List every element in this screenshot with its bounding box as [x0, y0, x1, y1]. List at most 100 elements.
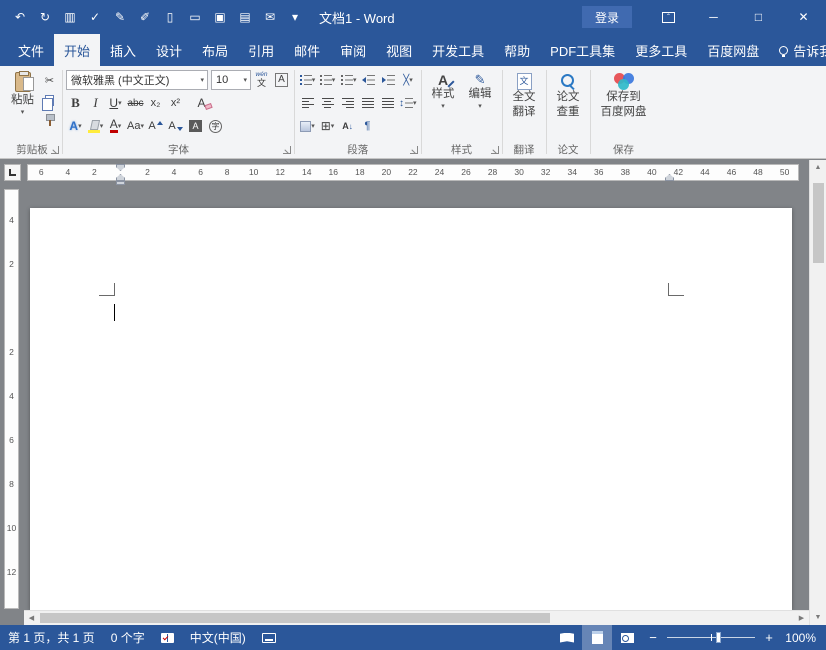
- vertical-scrollbar[interactable]: ▲ ▼: [809, 160, 826, 625]
- full-text-translate-button[interactable]: 文 全文 翻译: [506, 69, 543, 141]
- tab-mailings[interactable]: 邮件: [284, 34, 330, 66]
- maximize-button[interactable]: □: [736, 0, 781, 34]
- align-center-button[interactable]: [318, 94, 337, 113]
- font-color-button[interactable]: A▾: [106, 117, 125, 136]
- sort-button[interactable]: A↓: [338, 117, 357, 136]
- print-layout-button[interactable]: [582, 625, 612, 650]
- line-spacing-button[interactable]: ↕▾: [398, 94, 418, 113]
- language-indicator[interactable]: 中文(中国): [190, 629, 246, 646]
- open-icon[interactable]: ▭: [183, 4, 207, 30]
- cut-button[interactable]: ✂: [40, 71, 59, 90]
- highlight-color-button[interactable]: ▾: [86, 117, 105, 136]
- web-layout-button[interactable]: [612, 625, 642, 650]
- character-border-button[interactable]: A: [272, 71, 291, 90]
- word-count[interactable]: 0 个字: [111, 629, 145, 646]
- tab-help[interactable]: 帮助: [494, 34, 540, 66]
- align-right-button[interactable]: [338, 94, 357, 113]
- clipboard-dialog-launcher-icon[interactable]: [51, 146, 59, 154]
- email-icon[interactable]: ✉: [258, 4, 282, 30]
- styles-button[interactable]: A 样式 ▾: [425, 69, 462, 141]
- tab-home[interactable]: 开始: [54, 34, 100, 66]
- show-hide-marks-button[interactable]: ¶: [358, 117, 377, 136]
- ribbon-display-options-button[interactable]: ˆ: [646, 0, 691, 34]
- spelling-grammar-icon[interactable]: ✓: [83, 4, 107, 30]
- login-button[interactable]: 登录: [582, 6, 632, 28]
- scroll-up-icon[interactable]: ▲: [810, 160, 826, 175]
- bold-button[interactable]: B: [66, 94, 85, 113]
- page-indicator[interactable]: 第 1 页，共 1 页: [8, 629, 95, 646]
- shading-button[interactable]: ▾: [298, 117, 317, 136]
- zoom-level[interactable]: 100%: [780, 631, 826, 645]
- superscript-button[interactable]: x²: [166, 94, 185, 113]
- draw-icon[interactable]: ✎: [108, 4, 132, 30]
- copy-button[interactable]: [40, 91, 59, 110]
- customize-quick-access-icon[interactable]: ▾: [283, 4, 307, 30]
- paper-check-button[interactable]: 论文 查重: [550, 69, 587, 141]
- undo-icon[interactable]: ↶: [8, 4, 32, 30]
- grow-font-button[interactable]: A: [146, 117, 165, 136]
- document-page[interactable]: [30, 208, 792, 610]
- horizontal-ruler[interactable]: 6422468101214161820222426283032343638404…: [27, 164, 799, 181]
- tab-layout[interactable]: 布局: [192, 34, 238, 66]
- subscript-button[interactable]: x₂: [146, 94, 165, 113]
- tab-baidu-netdisk[interactable]: 百度网盘: [697, 34, 769, 66]
- bullet-list-button[interactable]: ▾: [298, 71, 317, 90]
- numbered-list-button[interactable]: ▾: [318, 71, 337, 90]
- redo-icon[interactable]: ↻: [33, 4, 57, 30]
- text-effects-button[interactable]: A▾: [66, 117, 85, 136]
- scroll-down-icon[interactable]: ▼: [810, 610, 826, 625]
- asian-layout-button[interactable]: ╳▾: [399, 71, 418, 90]
- decrease-indent-button[interactable]: [359, 71, 378, 90]
- font-size-select[interactable]: 10 ▾: [211, 70, 251, 90]
- zoom-slider-thumb[interactable]: [716, 632, 721, 643]
- shrink-font-button[interactable]: A: [166, 117, 185, 136]
- tab-developer[interactable]: 开发工具: [422, 34, 494, 66]
- save-to-netdisk-button[interactable]: 保存到 百度网盘: [594, 69, 654, 141]
- new-document-icon[interactable]: ▯: [158, 4, 182, 30]
- tab-references[interactable]: 引用: [238, 34, 284, 66]
- tab-insert[interactable]: 插入: [100, 34, 146, 66]
- left-indent-marker[interactable]: [116, 181, 125, 185]
- change-case-button[interactable]: Aa▾: [126, 117, 145, 136]
- format-painter-button[interactable]: [40, 111, 59, 130]
- character-shading-button[interactable]: A: [186, 117, 205, 136]
- tab-file[interactable]: 文件: [8, 34, 54, 66]
- italic-button[interactable]: I: [86, 94, 105, 113]
- tab-view[interactable]: 视图: [376, 34, 422, 66]
- scroll-right-icon[interactable]: ▶: [794, 611, 809, 625]
- font-family-select[interactable]: 微软雅黑 (中文正文) ▾: [66, 70, 208, 90]
- read-mode-button[interactable]: [552, 625, 582, 650]
- zoom-out-button[interactable]: −: [642, 630, 664, 645]
- print-preview-icon[interactable]: ▥: [58, 4, 82, 30]
- borders-button[interactable]: ⊞▾: [318, 117, 337, 136]
- zoom-in-button[interactable]: +: [758, 630, 780, 645]
- editing-button[interactable]: ✎ 编辑 ▾: [462, 69, 499, 141]
- phonetic-guide-button[interactable]: wén文: [252, 71, 271, 90]
- save-icon[interactable]: ▣: [208, 4, 232, 30]
- proofing-status-icon[interactable]: [161, 633, 174, 643]
- underline-button[interactable]: U▾: [106, 94, 125, 113]
- distribute-button[interactable]: [378, 94, 397, 113]
- styles-dialog-launcher-icon[interactable]: [491, 146, 499, 154]
- scroll-left-icon[interactable]: ◀: [24, 611, 39, 625]
- tab-more-tools[interactable]: 更多工具: [625, 34, 697, 66]
- tab-design[interactable]: 设计: [146, 34, 192, 66]
- tab-selector[interactable]: [4, 164, 21, 181]
- horizontal-scroll-thumb[interactable]: [40, 613, 550, 623]
- ink-icon[interactable]: ✐: [133, 4, 157, 30]
- zoom-slider[interactable]: [667, 637, 755, 638]
- vertical-scroll-thumb[interactable]: [813, 183, 824, 263]
- strikethrough-button[interactable]: abc: [126, 94, 145, 113]
- minimize-button[interactable]: ─: [691, 0, 736, 34]
- horizontal-scrollbar[interactable]: ◀ ▶: [24, 610, 809, 625]
- clear-formatting-button[interactable]: A: [195, 94, 214, 113]
- vertical-ruler[interactable]: 4224681012: [4, 189, 19, 609]
- tab-pdf-tools[interactable]: PDF工具集: [540, 34, 625, 66]
- paragraph-dialog-launcher-icon[interactable]: [410, 146, 418, 154]
- paste-button[interactable]: 粘贴 ▾: [5, 69, 40, 141]
- quick-print-icon[interactable]: ▤: [233, 4, 257, 30]
- increase-indent-button[interactable]: [379, 71, 398, 90]
- enclose-characters-button[interactable]: 字: [206, 117, 225, 136]
- tab-review[interactable]: 审阅: [330, 34, 376, 66]
- input-mode-icon[interactable]: [262, 633, 276, 643]
